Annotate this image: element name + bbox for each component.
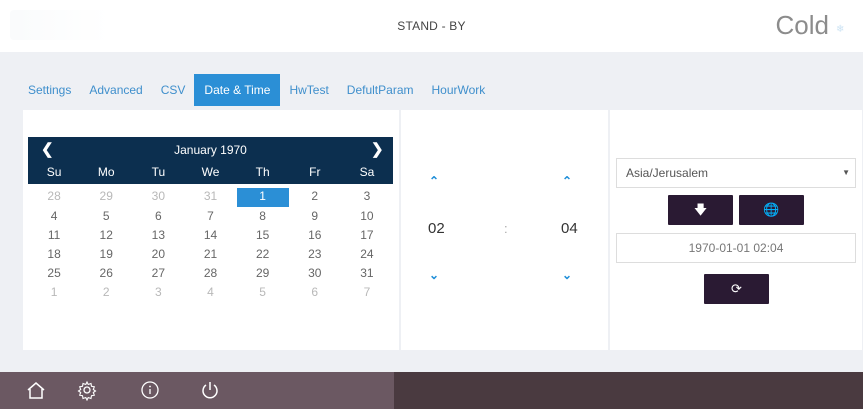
calendar-day[interactable]: 16 bbox=[289, 226, 341, 245]
calendar-day[interactable]: 14 bbox=[184, 226, 236, 245]
top-bar: STAND - BY Cold ❄ bbox=[0, 0, 863, 52]
calendar-day[interactable]: 19 bbox=[80, 245, 132, 264]
calendar-day[interactable]: 26 bbox=[80, 264, 132, 283]
hour-up-chevron-icon[interactable]: ⌃ bbox=[429, 174, 439, 188]
tab-hourwork[interactable]: HourWork bbox=[423, 74, 495, 106]
time-separator: : bbox=[504, 221, 508, 236]
weekday-label: Th bbox=[255, 165, 270, 179]
machine-status: STAND - BY bbox=[397, 19, 466, 33]
calendar-day[interactable]: 15 bbox=[237, 226, 289, 245]
sync-internet-time-button[interactable]: 🌐 bbox=[739, 195, 804, 225]
time-picker-panel: ⌃ ⌃ 02 : 04 ⌄ ⌄ bbox=[401, 110, 608, 350]
globe-icon: 🌐 bbox=[763, 202, 780, 217]
calendar-week: 28 29 30 31 1 2 3 bbox=[28, 188, 393, 207]
calendar-day[interactable]: 30 bbox=[132, 188, 184, 207]
calendar-day[interactable]: 17 bbox=[341, 226, 393, 245]
calendar-day[interactable]: 3 bbox=[341, 188, 393, 207]
calendar-day[interactable]: 4 bbox=[184, 283, 236, 302]
calendar-day[interactable]: 18 bbox=[28, 245, 80, 264]
calendar-day[interactable]: 21 bbox=[184, 245, 236, 264]
chevron-right-icon[interactable]: ❯ bbox=[371, 140, 384, 158]
calendar-day[interactable]: 2 bbox=[289, 188, 341, 207]
calendar-day[interactable]: 7 bbox=[184, 207, 236, 226]
calendar-day[interactable]: 6 bbox=[289, 283, 341, 302]
weekday-label: Mo bbox=[97, 165, 115, 179]
weekday-label: Tu bbox=[151, 165, 166, 179]
info-icon[interactable] bbox=[139, 379, 161, 401]
calendar-day[interactable]: 30 bbox=[289, 264, 341, 283]
tab-bar: Settings Advanced CSV Date & Time HwTest… bbox=[28, 74, 494, 106]
timezone-panel: Asia/Jerusalem ▼ 🡇 🌐 1970-01-01 02:04 ⟳ bbox=[610, 110, 862, 350]
calendar-day[interactable]: 31 bbox=[341, 264, 393, 283]
calendar-day[interactable]: 31 bbox=[184, 188, 236, 207]
timezone-select-value: Asia/Jerusalem bbox=[626, 166, 709, 180]
tab-defultparam[interactable]: DefultParam bbox=[338, 74, 423, 106]
calendar-day[interactable]: 24 bbox=[341, 245, 393, 264]
calendar-month-label: January 1970 bbox=[174, 143, 247, 157]
download-time-button[interactable]: 🡇 bbox=[668, 195, 733, 225]
calendar-header: ❮ January 1970 ❯ Su Mo Tu We Th Fr Sa bbox=[28, 137, 393, 184]
calendar-day[interactable]: 11 bbox=[28, 226, 80, 245]
calendar-week: 25 26 27 28 29 30 31 bbox=[28, 264, 393, 283]
calendar-day-selected[interactable]: 1 bbox=[236, 188, 289, 207]
calendar-week: 18 19 20 21 22 23 24 bbox=[28, 245, 393, 264]
calendar-day[interactable]: 25 bbox=[28, 264, 80, 283]
current-datetime-display: 1970-01-01 02:04 bbox=[616, 233, 856, 263]
calendar-week: 1 2 3 4 5 6 7 bbox=[28, 283, 393, 302]
minute-value[interactable]: 04 bbox=[561, 220, 578, 237]
power-icon[interactable] bbox=[199, 379, 221, 401]
refresh-icon: ⟳ bbox=[731, 281, 742, 296]
calendar-day[interactable]: 28 bbox=[184, 264, 236, 283]
tab-settings[interactable]: Settings bbox=[28, 74, 80, 106]
home-icon[interactable] bbox=[25, 379, 47, 401]
bottom-nav-bar bbox=[0, 372, 863, 409]
calendar-day[interactable]: 10 bbox=[341, 207, 393, 226]
calendar-day[interactable]: 13 bbox=[132, 226, 184, 245]
calendar-day[interactable]: 12 bbox=[80, 226, 132, 245]
calendar-day[interactable]: 29 bbox=[237, 264, 289, 283]
tab-date-time[interactable]: Date & Time bbox=[194, 74, 281, 106]
tab-advanced[interactable]: Advanced bbox=[80, 74, 151, 106]
hour-value[interactable]: 02 bbox=[428, 220, 445, 237]
calendar-day[interactable]: 6 bbox=[132, 207, 184, 226]
mode-label: Cold bbox=[775, 10, 829, 40]
bottom-bar-right-section bbox=[394, 372, 863, 409]
calendar-day[interactable]: 2 bbox=[80, 283, 132, 302]
weekday-row: Su Mo Tu We Th Fr Sa bbox=[28, 165, 393, 179]
calendar-day[interactable]: 20 bbox=[132, 245, 184, 264]
weekday-label: Sa bbox=[359, 165, 375, 179]
calendar-day[interactable]: 1 bbox=[28, 283, 80, 302]
minute-down-chevron-icon[interactable]: ⌄ bbox=[562, 268, 572, 282]
calendar-day[interactable]: 28 bbox=[28, 188, 80, 207]
calendar-grid: 28 29 30 31 1 2 3 4 5 6 7 8 9 10 11 12 1… bbox=[28, 188, 393, 302]
timezone-select[interactable]: Asia/Jerusalem ▼ bbox=[616, 158, 856, 188]
calendar-day[interactable]: 8 bbox=[237, 207, 289, 226]
settings-gear-icon[interactable] bbox=[76, 379, 98, 401]
weekday-label: We bbox=[201, 165, 220, 179]
snowflake-icon: ❄ bbox=[836, 24, 845, 35]
calendar-week: 4 5 6 7 8 9 10 bbox=[28, 207, 393, 226]
calendar-day[interactable]: 22 bbox=[237, 245, 289, 264]
arrow-down-icon: 🡇 bbox=[693, 202, 708, 217]
calendar-day[interactable]: 5 bbox=[237, 283, 289, 302]
calendar-day[interactable]: 7 bbox=[341, 283, 393, 302]
weekday-label: Fr bbox=[309, 165, 321, 179]
hour-down-chevron-icon[interactable]: ⌄ bbox=[429, 268, 439, 282]
refresh-button[interactable]: ⟳ bbox=[704, 274, 769, 304]
dropdown-caret-icon: ▼ bbox=[842, 168, 850, 177]
calendar-day[interactable]: 29 bbox=[80, 188, 132, 207]
calendar-day[interactable]: 9 bbox=[289, 207, 341, 226]
calendar-day[interactable]: 23 bbox=[289, 245, 341, 264]
weekday-label: Su bbox=[46, 165, 62, 179]
minute-up-chevron-icon[interactable]: ⌃ bbox=[562, 174, 572, 188]
tab-csv[interactable]: CSV bbox=[152, 74, 195, 106]
calendar-panel: ❮ January 1970 ❯ Su Mo Tu We Th Fr Sa 28… bbox=[23, 110, 399, 350]
calendar-day[interactable]: 3 bbox=[132, 283, 184, 302]
calendar-day[interactable]: 27 bbox=[132, 264, 184, 283]
calendar-day[interactable]: 5 bbox=[80, 207, 132, 226]
calendar-week: 11 12 13 14 15 16 17 bbox=[28, 226, 393, 245]
tab-hwtest[interactable]: HwTest bbox=[280, 74, 337, 106]
calendar-day[interactable]: 4 bbox=[28, 207, 80, 226]
